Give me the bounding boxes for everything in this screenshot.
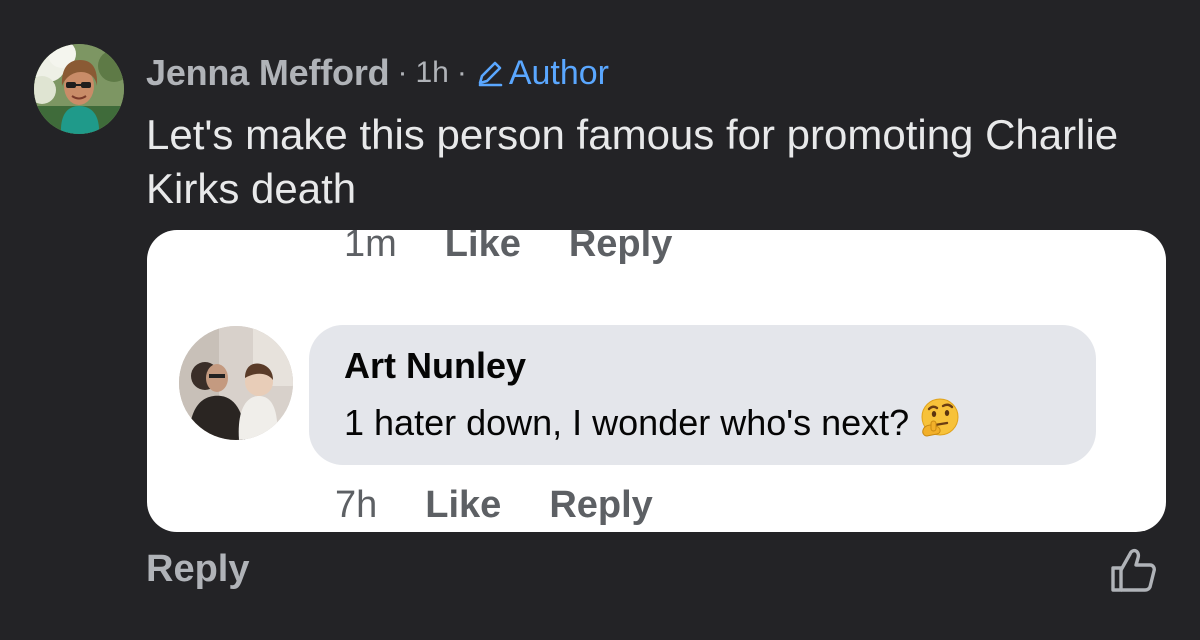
screenshot-bottom-time: 7h bbox=[335, 483, 378, 526]
pencil-icon bbox=[478, 61, 503, 87]
comment-timestamp[interactable]: 1h bbox=[415, 56, 448, 90]
inner-comment-text: 1 hater down, I wonder who's next? bbox=[344, 401, 910, 443]
thumbs-up-icon[interactable] bbox=[1108, 546, 1158, 594]
commenter-avatar[interactable] bbox=[34, 44, 124, 134]
separator-dot: · bbox=[456, 56, 467, 89]
screenshot-top-reply: Reply bbox=[568, 230, 673, 265]
screenshot-bottom-reply: Reply bbox=[549, 483, 653, 526]
screenshot-top-like: Like bbox=[444, 230, 521, 265]
author-badge-label: Author bbox=[508, 53, 609, 92]
screenshot-top-time: 1m bbox=[344, 230, 397, 265]
inner-comment-author: Art Nunley bbox=[344, 345, 527, 386]
inner-comment-bubble: Art Nunley 1 hater down, I wonder who's … bbox=[309, 325, 1096, 465]
comment-header: Jenna Mefford · 1h · Author bbox=[146, 48, 609, 98]
inner-commenter-avatar bbox=[179, 326, 293, 440]
inner-comment-text-row: 1 hater down, I wonder who's next? bbox=[344, 397, 961, 448]
screenshot-bottom-actions: 7h Like Reply bbox=[335, 483, 653, 527]
comment-author-name[interactable]: Jenna Mefford bbox=[146, 52, 390, 94]
separator-dot: · bbox=[397, 56, 408, 89]
thinking-face-emoji bbox=[919, 397, 961, 448]
attached-screenshot[interactable]: 1m Like Reply Art Nunley 1 hater down, I… bbox=[147, 230, 1166, 532]
screenshot-bottom-like: Like bbox=[425, 483, 502, 526]
comment-text: Let's make this person famous for promot… bbox=[146, 111, 1119, 212]
reply-button[interactable]: Reply bbox=[146, 548, 249, 591]
screenshot-top-actions: 1m Like Reply bbox=[344, 230, 673, 265]
author-badge: Author bbox=[475, 54, 609, 93]
